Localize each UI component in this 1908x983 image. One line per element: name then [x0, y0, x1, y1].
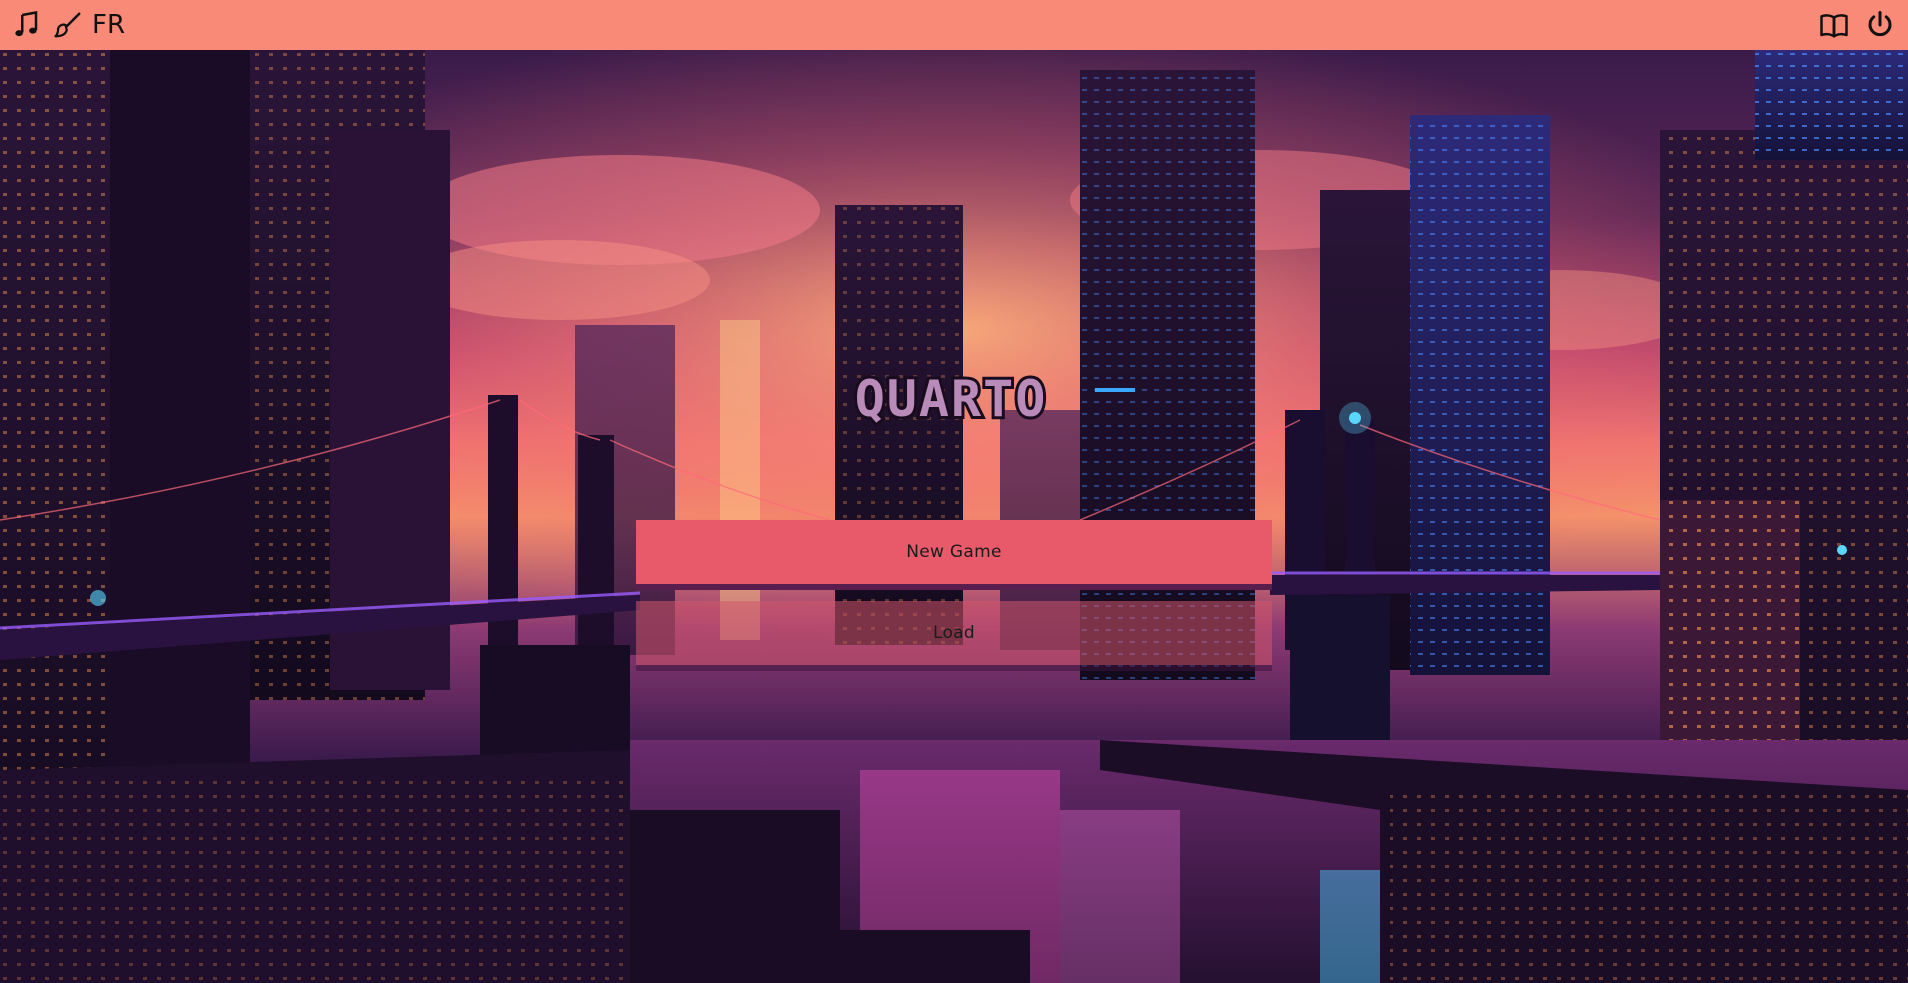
city-background-image — [0, 50, 1908, 983]
music-note-icon — [15, 11, 38, 37]
rules-button[interactable] — [1818, 9, 1850, 41]
cityscape-illustration — [0, 50, 1908, 983]
top-bar: FR — [0, 0, 1908, 50]
music-toggle-button[interactable] — [10, 9, 42, 41]
power-icon — [1868, 11, 1892, 37]
quit-button[interactable] — [1864, 9, 1896, 41]
theme-button[interactable] — [52, 9, 84, 41]
logo-title: QUARTO — [855, 372, 1048, 427]
quarto-logo: QUARTO QUARTO — [852, 372, 1049, 427]
language-toggle-button[interactable]: FR — [92, 9, 125, 41]
load-button[interactable]: Load — [636, 601, 1272, 665]
new-game-button[interactable]: New Game — [636, 520, 1272, 584]
book-icon — [1820, 14, 1848, 38]
paintbrush-icon — [54, 12, 81, 38]
